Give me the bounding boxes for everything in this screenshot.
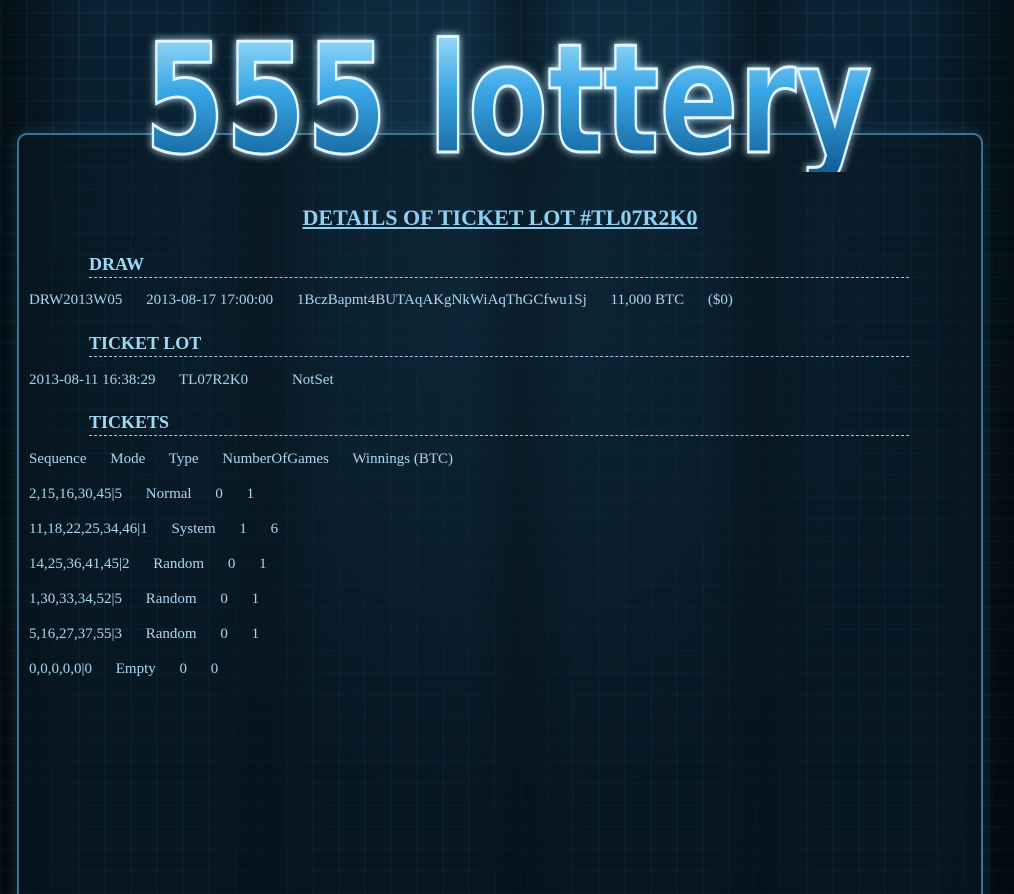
ticket-row: 2,15,16,30,45|5 Normal 0 1 — [29, 486, 254, 503]
logo-555-lottery: 555 lottery — [143, 22, 874, 172]
draw-usd: ($0) — [707, 292, 733, 308]
ticket-lot-status: NotSet — [291, 372, 334, 388]
ticket-type: 0 — [179, 661, 188, 677]
column-header: Mode — [110, 451, 146, 467]
draw-address: 1BczBapmt4BUTAqAKgNkWiAqThGCfwu1Sj — [296, 292, 587, 308]
ticket-row: 11,18,22,25,34,46|1 System 1 6 — [29, 521, 278, 538]
ticket-games: 1 — [246, 486, 255, 502]
draw-row: DRW2013W05 2013-08-17 17:00:00 1BczBapmt… — [29, 292, 733, 309]
ticket-sequence: 2,15,16,30,45|5 — [29, 486, 123, 502]
column-header: Winnings (BTC) — [352, 451, 454, 467]
ticket-sequence: 0,0,0,0,0|0 — [29, 661, 93, 677]
ticket-lot-datetime: 2013-08-11 16:38:29 — [29, 372, 156, 388]
ticket-games: 1 — [259, 556, 267, 572]
ticket-mode: Random — [153, 556, 205, 572]
column-header: NumberOfGames — [222, 451, 329, 467]
ticket-mode: Random — [145, 626, 197, 642]
ticket-type: 0 — [220, 626, 228, 642]
ticket-sequence: 14,25,36,41,45|2 — [29, 556, 130, 572]
ticket-mode: Empty — [115, 661, 156, 677]
ticket-sequence: 11,18,22,25,34,46|1 — [29, 521, 148, 537]
ticket-row: 5,16,27,37,55|3 Random 0 1 — [29, 626, 259, 643]
tickets-heading: TICKETS — [89, 412, 909, 436]
ticket-row: 1,30,33,34,52|5 Random 0 1 — [29, 591, 259, 608]
draw-datetime: 2013-08-17 17:00:00 — [146, 292, 274, 308]
ticket-type: 0 — [215, 486, 223, 502]
ticket-mode: Random — [145, 591, 197, 607]
draw-id: DRW2013W05 — [29, 292, 123, 308]
draw-jackpot: 11,000 BTC — [610, 292, 685, 308]
ticket-lot-row: 2013-08-11 16:38:29 TL07R2K0 NotSet — [29, 372, 334, 389]
tickets-header-row: Sequence Mode Type NumberOfGames Winning… — [29, 451, 453, 468]
ticket-games: 0 — [210, 661, 219, 677]
ticket-row: 0,0,0,0,0|0 Empty 0 0 — [29, 661, 218, 678]
site-logo[interactable]: 555 lottery — [140, 22, 880, 172]
ticket-lot-heading: TICKET LOT — [89, 333, 909, 357]
ticket-row: 14,25,36,41,45|2 Random 0 1 — [29, 556, 267, 573]
column-header: Type — [168, 451, 199, 467]
ticket-mode: Normal — [145, 486, 192, 502]
svg-text:555 lottery: 555 lottery — [144, 22, 872, 172]
ticket-type: 0 — [220, 591, 228, 607]
ticket-sequence: 5,16,27,37,55|3 — [29, 626, 123, 642]
ticket-games: 1 — [251, 626, 260, 642]
draw-heading: DRAW — [89, 254, 909, 278]
ticket-type: 1 — [239, 521, 247, 537]
ticket-mode: System — [171, 521, 216, 537]
ticket-games: 1 — [251, 591, 260, 607]
page-title: DETAILS OF TICKET LOT #TL07R2K0 — [302, 205, 698, 230]
ticket-type: 0 — [227, 556, 236, 572]
ticket-lot-id: TL07R2K0 — [179, 372, 249, 388]
column-header: Sequence — [29, 451, 87, 467]
ticket-sequence: 1,30,33,34,52|5 — [29, 591, 123, 607]
ticket-games: 6 — [270, 521, 279, 537]
